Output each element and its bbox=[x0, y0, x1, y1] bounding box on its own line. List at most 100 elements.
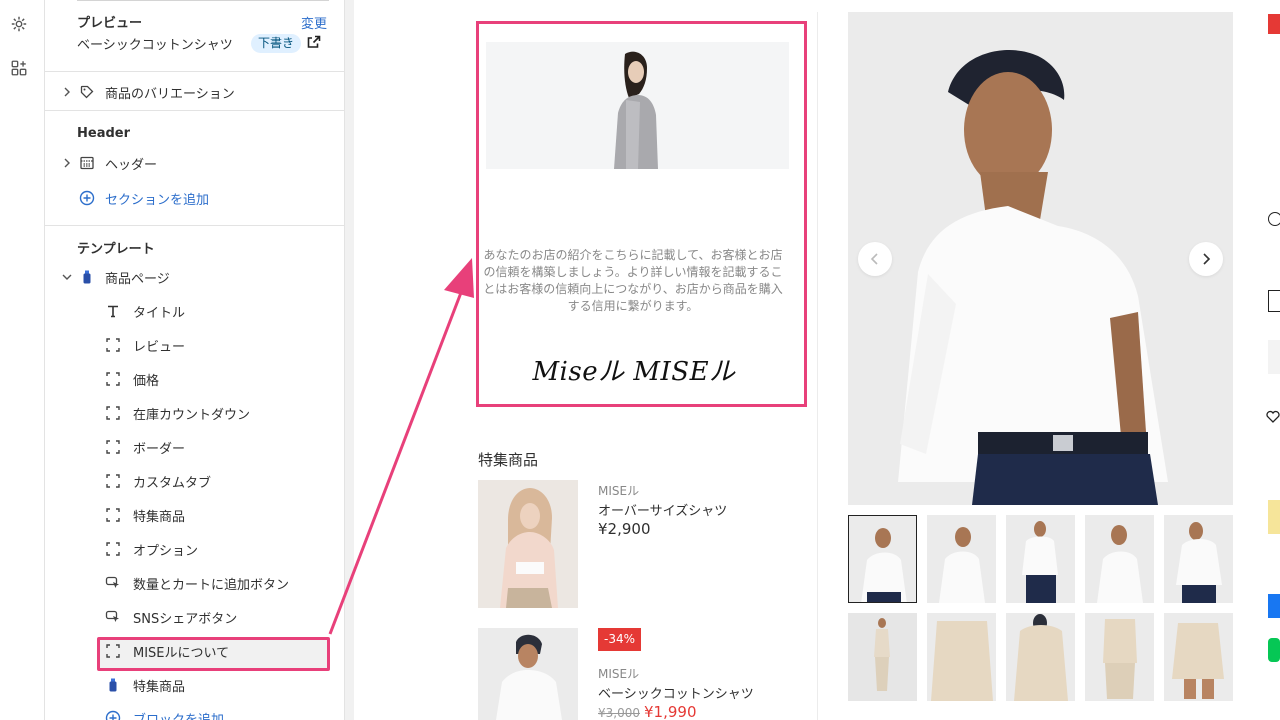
header-section-icon bbox=[80, 156, 94, 170]
block-item-price[interactable]: 価格 bbox=[45, 362, 344, 396]
thumbnail[interactable] bbox=[927, 613, 996, 701]
about-text: あなたのお店の紹介をこちらに記載して、お客様とお店の信頼を構築しましょう。より詳… bbox=[483, 248, 783, 313]
product-name[interactable]: オーバーサイズシャツ bbox=[598, 500, 727, 519]
plus-circle-icon bbox=[105, 710, 121, 720]
product-name[interactable]: ベーシックコットンシャツ bbox=[598, 683, 754, 702]
prev-image-button[interactable] bbox=[858, 242, 892, 276]
block-item-label: レビュー bbox=[133, 339, 186, 355]
block-item-label: カスタムタブ bbox=[133, 475, 212, 491]
group-title-template: テンプレート bbox=[77, 242, 155, 257]
theme-editor: プレビュー 変更 ベーシックコットンシャツ 下書き 商品のバリエーション Hea… bbox=[0, 0, 1280, 720]
divider bbox=[77, 0, 329, 1]
block-item-label: 価格 bbox=[133, 373, 160, 389]
block-item-featured-products[interactable]: 特集商品 bbox=[45, 498, 344, 532]
about-image bbox=[486, 42, 789, 169]
thumbnail[interactable] bbox=[1006, 613, 1075, 701]
sidebar: プレビュー 変更 ベーシックコットンシャツ 下書き 商品のバリエーション Hea… bbox=[45, 0, 345, 720]
line-icon[interactable] bbox=[1268, 638, 1280, 662]
sidebar-item-product-page[interactable]: 商品ページ bbox=[45, 260, 344, 294]
brand-logo: Miseル MISEル bbox=[532, 357, 736, 387]
block-item-label: 特集商品 bbox=[133, 509, 186, 525]
add-block-button[interactable]: ブロックを追加 bbox=[45, 701, 344, 720]
product-brand: MISEル bbox=[598, 484, 640, 498]
block-item-stock-countdown[interactable]: 在庫カウントダウン bbox=[45, 396, 344, 430]
block-item-label: 数量とカートに追加ボタン bbox=[133, 577, 290, 593]
status-badge: 下書き bbox=[251, 34, 302, 53]
add-section-button[interactable]: セクションを追加 bbox=[45, 181, 344, 215]
quantity-box[interactable] bbox=[1268, 340, 1280, 374]
left-rail bbox=[0, 0, 45, 720]
block-item-label: オプション bbox=[133, 543, 199, 559]
divider bbox=[45, 110, 344, 111]
block-item-about-miseru[interactable]: MISEルについて bbox=[45, 634, 344, 668]
heart-icon[interactable] bbox=[1266, 410, 1280, 424]
block-item-label: MISEルについて bbox=[133, 645, 230, 661]
product-card[interactable]: MISEル オーバーサイズシャツ ¥2,900 bbox=[478, 480, 808, 610]
product-price: ¥3,000 ¥1,990 bbox=[598, 703, 697, 720]
product-price: ¥2,900 bbox=[598, 520, 651, 538]
thumbnail[interactable] bbox=[1085, 515, 1154, 603]
group-title-header: Header bbox=[77, 126, 131, 141]
add-section-label: セクションを追加 bbox=[105, 192, 210, 208]
block-item-sns-share[interactable]: SNSシェアボタン bbox=[45, 600, 344, 634]
block-item-label: ボーダー bbox=[133, 441, 186, 457]
divider bbox=[45, 225, 344, 226]
product-icon bbox=[83, 270, 91, 284]
chevron-down-icon bbox=[62, 274, 72, 280]
next-image-button[interactable] bbox=[1189, 242, 1223, 276]
block-icon bbox=[106, 474, 120, 488]
sidebar-item-label: 商品のバリエーション bbox=[105, 86, 235, 102]
main-product-image[interactable] bbox=[848, 12, 1233, 505]
external-link-icon[interactable] bbox=[307, 35, 321, 49]
block-item-custom-tab[interactable]: カスタムタブ bbox=[45, 464, 344, 498]
sidebar-item-header[interactable]: ヘッダー bbox=[45, 146, 344, 180]
preview-title: プレビュー bbox=[77, 16, 143, 31]
block-item-title[interactable]: タイトル bbox=[45, 294, 344, 328]
thumbnail[interactable] bbox=[1085, 613, 1154, 701]
thumbnail[interactable] bbox=[848, 613, 917, 701]
block-item-options[interactable]: オプション bbox=[45, 532, 344, 566]
chevron-right-icon bbox=[1203, 253, 1211, 265]
change-link[interactable]: 変更 bbox=[301, 13, 327, 32]
gear-icon[interactable] bbox=[10, 15, 28, 33]
old-price: ¥3,000 bbox=[598, 706, 640, 720]
thumbnail[interactable] bbox=[927, 515, 996, 603]
product-image[interactable] bbox=[478, 480, 578, 608]
block-item-label: 在庫カウントダウン bbox=[133, 407, 251, 423]
add-to-cart-button[interactable] bbox=[1268, 500, 1280, 534]
sale-price: ¥1,990 bbox=[644, 703, 697, 720]
chevron-right-icon bbox=[64, 87, 70, 97]
thumbnail[interactable] bbox=[1164, 613, 1233, 701]
block-icon bbox=[106, 508, 120, 522]
block-icon bbox=[106, 644, 120, 658]
about-section[interactable]: あなたのお店の紹介をこちらに記載して、お客様とお店の信頼を構築しましょう。より詳… bbox=[476, 21, 807, 407]
divider bbox=[45, 71, 344, 72]
block-item-label: タイトル bbox=[133, 305, 186, 321]
divider bbox=[817, 12, 818, 720]
model-illustration bbox=[486, 42, 789, 169]
color-swatch[interactable] bbox=[1268, 212, 1280, 226]
sidebar-item-label: 商品ページ bbox=[105, 271, 170, 287]
block-item-review[interactable]: レビュー bbox=[45, 328, 344, 362]
preview-product-name: ベーシックコットンシャツ bbox=[77, 38, 233, 53]
block-item-featured-product[interactable]: 特集商品 bbox=[45, 668, 344, 702]
block-icon bbox=[106, 542, 120, 556]
sidebar-item-label: ヘッダー bbox=[105, 157, 158, 173]
product-image[interactable] bbox=[478, 628, 578, 720]
product-card[interactable]: -34% MISEル ベーシックコットンシャツ ¥3,000 ¥1,990 bbox=[478, 628, 808, 720]
size-option[interactable] bbox=[1268, 290, 1280, 312]
block-icon bbox=[106, 406, 120, 420]
cursor-icon bbox=[105, 610, 119, 622]
block-item-label: 特集商品 bbox=[133, 679, 186, 695]
thumbnail[interactable] bbox=[848, 515, 917, 603]
thumbnail[interactable] bbox=[1006, 515, 1075, 603]
sidebar-item-variations[interactable]: 商品のバリエーション bbox=[45, 75, 344, 109]
thumbnail[interactable] bbox=[1164, 515, 1233, 603]
text-icon bbox=[108, 305, 118, 318]
block-item-border[interactable]: ボーダー bbox=[45, 430, 344, 464]
block-item-add-to-cart[interactable]: 数量とカートに追加ボタン bbox=[45, 566, 344, 600]
preview-canvas: あなたのお店の紹介をこちらに記載して、お客様とお店の信頼を構築しましょう。より詳… bbox=[354, 0, 1280, 720]
facebook-icon[interactable] bbox=[1268, 594, 1280, 618]
apps-icon[interactable] bbox=[10, 59, 28, 77]
plus-circle-icon bbox=[79, 190, 95, 206]
